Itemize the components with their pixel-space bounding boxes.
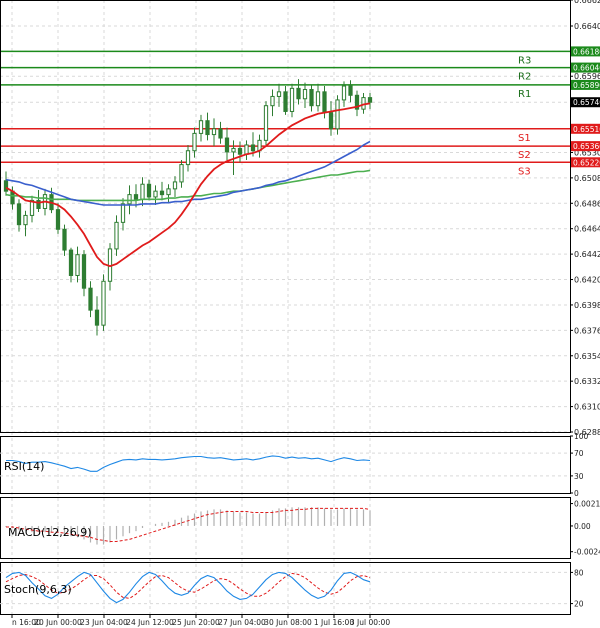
tag-s1: 0.65510 bbox=[573, 125, 600, 134]
level-label-r1: R1 bbox=[518, 89, 531, 100]
candle-body bbox=[263, 105, 269, 141]
macd-tick-label: 0.00 bbox=[574, 522, 591, 531]
y-tick-label: 0.64425 bbox=[574, 250, 600, 259]
rsi-tick-label: 0 bbox=[574, 489, 579, 498]
price-tags: 0.66180 0.66040 0.65890 0.65510 0.65360 0.652… bbox=[571, 46, 600, 168]
candle-body bbox=[250, 144, 256, 152]
level-label-s2: S2 bbox=[518, 150, 531, 161]
level-label-s1: S1 bbox=[518, 133, 531, 144]
candle-body bbox=[140, 183, 145, 200]
candle-body bbox=[289, 87, 295, 112]
x-tick-label: 23 Jun 04:00 bbox=[80, 618, 128, 627]
candle-body bbox=[322, 91, 327, 114]
candle-body bbox=[276, 91, 282, 97]
y-tick-label: 0.66625 bbox=[574, 0, 600, 5]
tag-s3: 0.65220 bbox=[573, 158, 600, 167]
candle-body bbox=[101, 280, 106, 326]
level-label-s3: S3 bbox=[518, 166, 531, 177]
candle-body bbox=[361, 97, 366, 110]
level-label-r3: R3 bbox=[518, 55, 531, 66]
y-tick-label: 0.63985 bbox=[574, 301, 600, 310]
candle-body bbox=[62, 228, 67, 251]
candle-body bbox=[153, 190, 158, 198]
candle-body bbox=[88, 287, 93, 311]
candle-body bbox=[3, 180, 9, 192]
stoch-tick-label: 20 bbox=[574, 600, 584, 609]
candle-body bbox=[166, 188, 171, 196]
candle-body bbox=[367, 97, 373, 103]
candle-body bbox=[81, 254, 87, 289]
rsi-tick-label: 70 bbox=[574, 449, 584, 458]
tag-s2: 0.65360 bbox=[573, 142, 600, 151]
x-tick-label: 25 Jun 20:00 bbox=[172, 618, 220, 627]
candle-body bbox=[315, 91, 321, 107]
y-tick-label: 0.65085 bbox=[574, 174, 600, 183]
y-tick-label: 0.64645 bbox=[574, 225, 600, 234]
y-tick-label: 0.66400 bbox=[574, 22, 600, 31]
candle-body bbox=[114, 221, 119, 250]
candle-body bbox=[218, 128, 223, 139]
candle-body bbox=[296, 87, 301, 100]
y-tick-label: 0.64865 bbox=[574, 199, 600, 208]
macd-tick-label: -0.00249 bbox=[574, 548, 600, 557]
y-tick-label: 0.63105 bbox=[574, 403, 600, 412]
candle-body bbox=[302, 89, 308, 100]
y-tick-label: 0.63325 bbox=[574, 377, 600, 386]
x-tick-label: 1 Jul 16:00 bbox=[314, 618, 354, 627]
candle-body bbox=[205, 120, 210, 136]
x-tick-label: 30 Jun 08:00 bbox=[264, 618, 312, 627]
candle-body bbox=[23, 214, 28, 226]
candle-body bbox=[68, 249, 74, 276]
level-label-r2: R2 bbox=[518, 72, 531, 83]
x-tick-label: 20 Jun 00:00 bbox=[34, 618, 82, 627]
candle-body bbox=[179, 164, 184, 183]
candle-body bbox=[270, 95, 275, 107]
candle-body bbox=[133, 194, 139, 200]
candle-body bbox=[283, 91, 288, 112]
candle-body bbox=[159, 190, 165, 196]
candle-body bbox=[244, 144, 249, 155]
candle-body bbox=[185, 150, 191, 166]
stoch-label: Stoch(9,6,3) bbox=[4, 583, 72, 596]
tag-current-price: 0.65740 bbox=[573, 98, 600, 107]
tag-r1: 0.65890 bbox=[573, 81, 600, 90]
candle-body bbox=[237, 147, 243, 155]
candle-body bbox=[211, 128, 217, 136]
rsi-tick-label: 100 bbox=[574, 432, 589, 441]
candle-body bbox=[341, 85, 347, 101]
x-tick-label: 24 Jun 12:00 bbox=[126, 618, 174, 627]
x-tick-label: 27 Jun 04:00 bbox=[218, 618, 266, 627]
macd-tick-label: 0.002164 bbox=[574, 500, 600, 509]
candle-body bbox=[120, 203, 126, 223]
candle-body bbox=[94, 309, 100, 326]
candle-body bbox=[146, 183, 152, 198]
candle-body bbox=[55, 209, 61, 230]
y-tick-label: 0.64205 bbox=[574, 276, 600, 285]
x-tick-label: 3 Jul 00:00 bbox=[350, 618, 390, 627]
candle-body bbox=[224, 137, 230, 153]
tag-r2: 0.66040 bbox=[573, 64, 600, 73]
candle-body bbox=[231, 147, 236, 153]
candle-body bbox=[172, 181, 178, 190]
y-tick-label: 0.63545 bbox=[574, 352, 600, 361]
candle-body bbox=[127, 194, 132, 205]
y-tick-label: 0.65965 bbox=[574, 72, 600, 81]
candle-body bbox=[75, 254, 80, 276]
candle-body bbox=[198, 120, 204, 134]
rsi-label: RSI(14) bbox=[4, 460, 44, 473]
candle-body bbox=[192, 132, 197, 152]
candle-body bbox=[328, 112, 334, 130]
stoch-tick-label: 80 bbox=[574, 568, 584, 577]
candle-body bbox=[309, 89, 314, 107]
candle-body bbox=[348, 85, 353, 96]
tag-r3: 0.66180 bbox=[573, 47, 600, 56]
rsi-tick-label: 30 bbox=[574, 472, 584, 481]
candle-body bbox=[335, 99, 340, 130]
forex-chart: R3R2R1S1S2S3 0.666250.664000.659650.6530… bbox=[0, 0, 600, 628]
candle-body bbox=[16, 203, 22, 226]
y-tick-label: 0.63765 bbox=[574, 326, 600, 335]
macd-label: MACD(12,26,9) bbox=[8, 526, 92, 539]
